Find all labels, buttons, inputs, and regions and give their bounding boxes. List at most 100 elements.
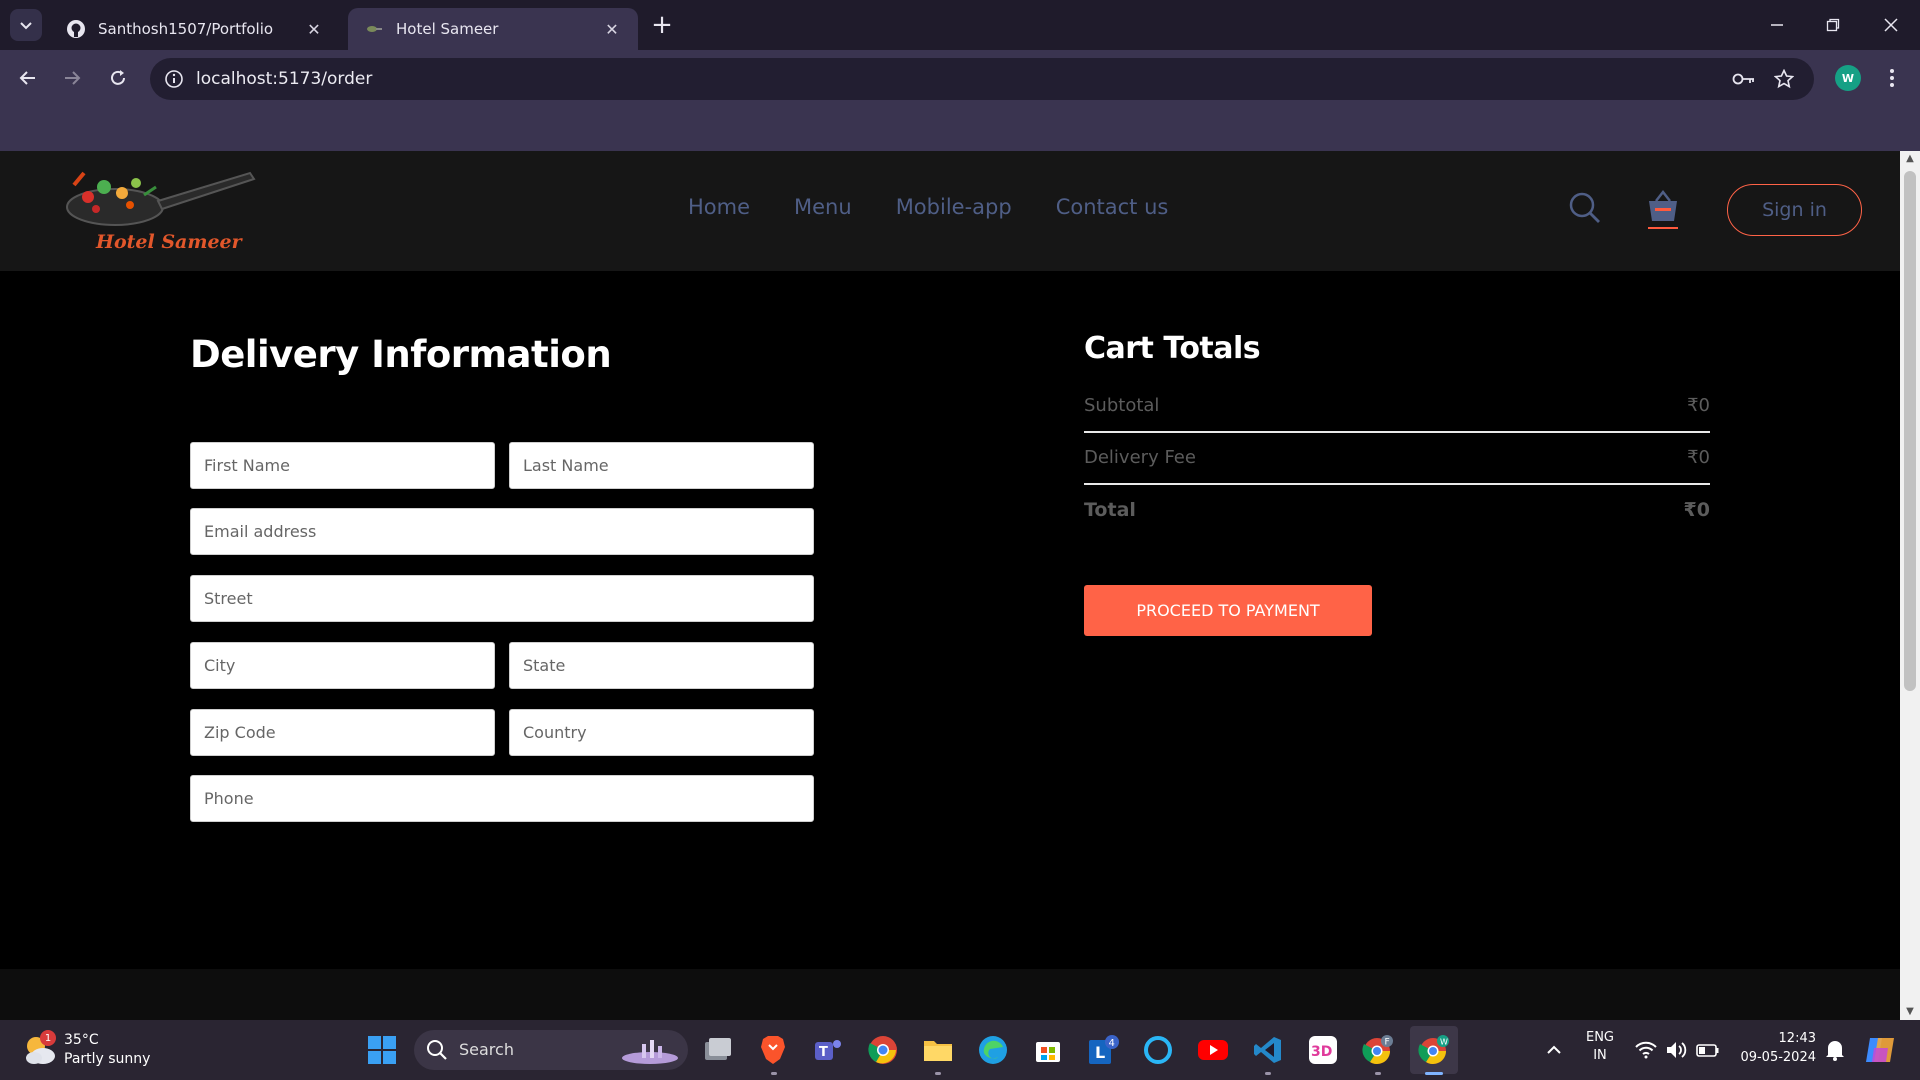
weather-widget[interactable]: 1 35°C Partly sunny <box>22 1030 182 1072</box>
close-window-button[interactable] <box>1876 10 1906 40</box>
svg-text:T: T <box>819 1045 828 1060</box>
site-info-icon[interactable] <box>162 67 186 91</box>
nav-home[interactable]: Home <box>688 195 750 219</box>
browser-toolbar: localhost:5173/order W <box>0 50 1920 158</box>
battery-icon[interactable] <box>1696 1038 1720 1062</box>
basket-icon[interactable] <box>1646 189 1680 225</box>
main-nav: Home Menu Mobile-app Contact us <box>688 195 1212 219</box>
search-label: Search <box>459 1040 514 1059</box>
task-view-icon[interactable] <box>702 1034 734 1066</box>
search-highlight-icon <box>622 1040 678 1064</box>
taskbar-search[interactable]: Search <box>414 1030 688 1070</box>
bookmark-star-icon[interactable] <box>1772 67 1796 91</box>
edge-icon[interactable] <box>977 1034 1009 1066</box>
site-favicon-icon <box>364 19 384 39</box>
nav-mobile-app[interactable]: Mobile-app <box>896 195 1012 219</box>
city-field[interactable] <box>190 642 495 689</box>
phone-field[interactable] <box>190 775 814 822</box>
outlook-icon[interactable]: L4 <box>1087 1034 1119 1066</box>
vscode-icon[interactable] <box>1252 1034 1284 1066</box>
new-tab-button[interactable]: + <box>648 12 676 40</box>
svg-text:W: W <box>1440 1038 1448 1047</box>
microsoft-store-icon[interactable] <box>1032 1034 1064 1066</box>
last-name-field[interactable] <box>509 442 814 489</box>
country-field[interactable] <box>509 709 814 756</box>
running-indicator <box>1375 1072 1381 1075</box>
delivery-fee-label: Delivery Fee <box>1084 447 1196 468</box>
arrow-left-icon <box>19 71 35 85</box>
youtube-icon[interactable] <box>1197 1034 1229 1066</box>
divider <box>1084 431 1710 433</box>
teams-icon[interactable]: T <box>812 1034 844 1066</box>
running-indicator <box>935 1072 941 1075</box>
wifi-icon[interactable] <box>1634 1038 1658 1062</box>
paint-3d-label: 3D <box>1311 1044 1332 1060</box>
close-icon[interactable]: ✕ <box>602 19 622 39</box>
language-indicator[interactable]: ENG IN <box>1580 1029 1620 1065</box>
reload-button[interactable] <box>100 60 136 96</box>
page-scrollbar[interactable]: ▲ ▼ <box>1900 151 1920 1020</box>
restore-icon <box>1826 18 1840 32</box>
delivery-title: Delivery Information <box>190 333 612 376</box>
brave-browser-icon[interactable] <box>757 1034 789 1066</box>
zip-code-field[interactable] <box>190 709 495 756</box>
chevron-up-icon[interactable] <box>1542 1038 1566 1062</box>
nav-menu[interactable]: Menu <box>794 195 852 219</box>
email-field[interactable] <box>190 508 814 555</box>
close-icon[interactable]: ✕ <box>304 19 324 39</box>
chrome-profile-w-icon[interactable]: W <box>1410 1026 1458 1074</box>
minimize-button[interactable] <box>1762 10 1792 40</box>
weather-description: Partly sunny <box>64 1051 151 1067</box>
paint-3d-icon[interactable]: 3D <box>1307 1034 1339 1066</box>
delivery-fee-value: ₹0 <box>1687 447 1710 468</box>
browser-tab-bar: Santhosh1507/Portfolio ✕ Hotel Sameer ✕ … <box>0 0 1920 50</box>
nav-contact-us[interactable]: Contact us <box>1056 195 1169 219</box>
back-button[interactable] <box>10 60 46 96</box>
chrome-profile-f-icon[interactable]: F <box>1362 1034 1394 1066</box>
logo-text: Hotel Sameer <box>96 231 242 253</box>
profile-avatar[interactable]: W <box>1835 65 1861 91</box>
tab-portfolio[interactable]: Santhosh1507/Portfolio ✕ <box>50 8 340 50</box>
scroll-up-arrow-icon[interactable]: ▲ <box>1900 151 1920 167</box>
copilot-icon[interactable] <box>1864 1034 1896 1066</box>
scroll-down-arrow-icon[interactable]: ▼ <box>1900 1004 1920 1020</box>
windows-start-icon[interactable] <box>366 1034 398 1066</box>
reload-icon <box>111 70 125 85</box>
scroll-thumb[interactable] <box>1904 171 1916 691</box>
github-icon <box>66 19 86 39</box>
cortana-icon[interactable] <box>1142 1034 1174 1066</box>
divider <box>1084 483 1710 485</box>
first-name-field[interactable] <box>190 442 495 489</box>
chevron-down-icon <box>20 22 32 30</box>
search-icon[interactable] <box>1568 191 1602 225</box>
active-indicator <box>1425 1072 1443 1075</box>
language-code: ENG <box>1585 1030 1614 1045</box>
clock-date: 09-05-2024 <box>1740 1050 1816 1065</box>
volume-icon[interactable] <box>1664 1038 1688 1062</box>
tab-hotel-sameer[interactable]: Hotel Sameer ✕ <box>348 8 638 50</box>
clock-time: 12:43 <box>1778 1031 1816 1046</box>
proceed-to-payment-button[interactable]: PROCEED TO PAYMENT <box>1084 585 1372 636</box>
street-field[interactable] <box>190 575 814 622</box>
subtotal-row: Subtotal ₹0 <box>1084 395 1710 416</box>
restore-button[interactable] <box>1818 10 1848 40</box>
password-key-icon[interactable] <box>1732 67 1756 91</box>
weather-temperature: 35°C <box>64 1032 99 1048</box>
address-bar[interactable]: localhost:5173/order <box>150 58 1814 100</box>
state-field[interactable] <box>509 642 814 689</box>
arrow-right-icon <box>65 71 81 85</box>
notification-bell-icon[interactable] <box>1824 1038 1846 1062</box>
site-logo[interactable]: Hotel Sameer <box>60 165 260 261</box>
file-explorer-icon[interactable] <box>922 1034 954 1066</box>
forward-button[interactable] <box>54 60 90 96</box>
browser-menu-button[interactable] <box>1880 64 1904 92</box>
outlook-badge: 4 <box>1109 1038 1115 1049</box>
sign-in-button[interactable]: Sign in <box>1727 184 1862 236</box>
delivery-fee-row: Delivery Fee ₹0 <box>1084 447 1710 468</box>
tab-search-button[interactable] <box>10 9 42 41</box>
chrome-icon[interactable] <box>867 1034 899 1066</box>
tab-title: Hotel Sameer <box>396 20 499 38</box>
system-clock[interactable]: 12:43 09-05-2024 <box>1730 1029 1816 1067</box>
total-label: Total <box>1084 499 1136 521</box>
url-text[interactable]: localhost:5173/order <box>196 69 372 89</box>
